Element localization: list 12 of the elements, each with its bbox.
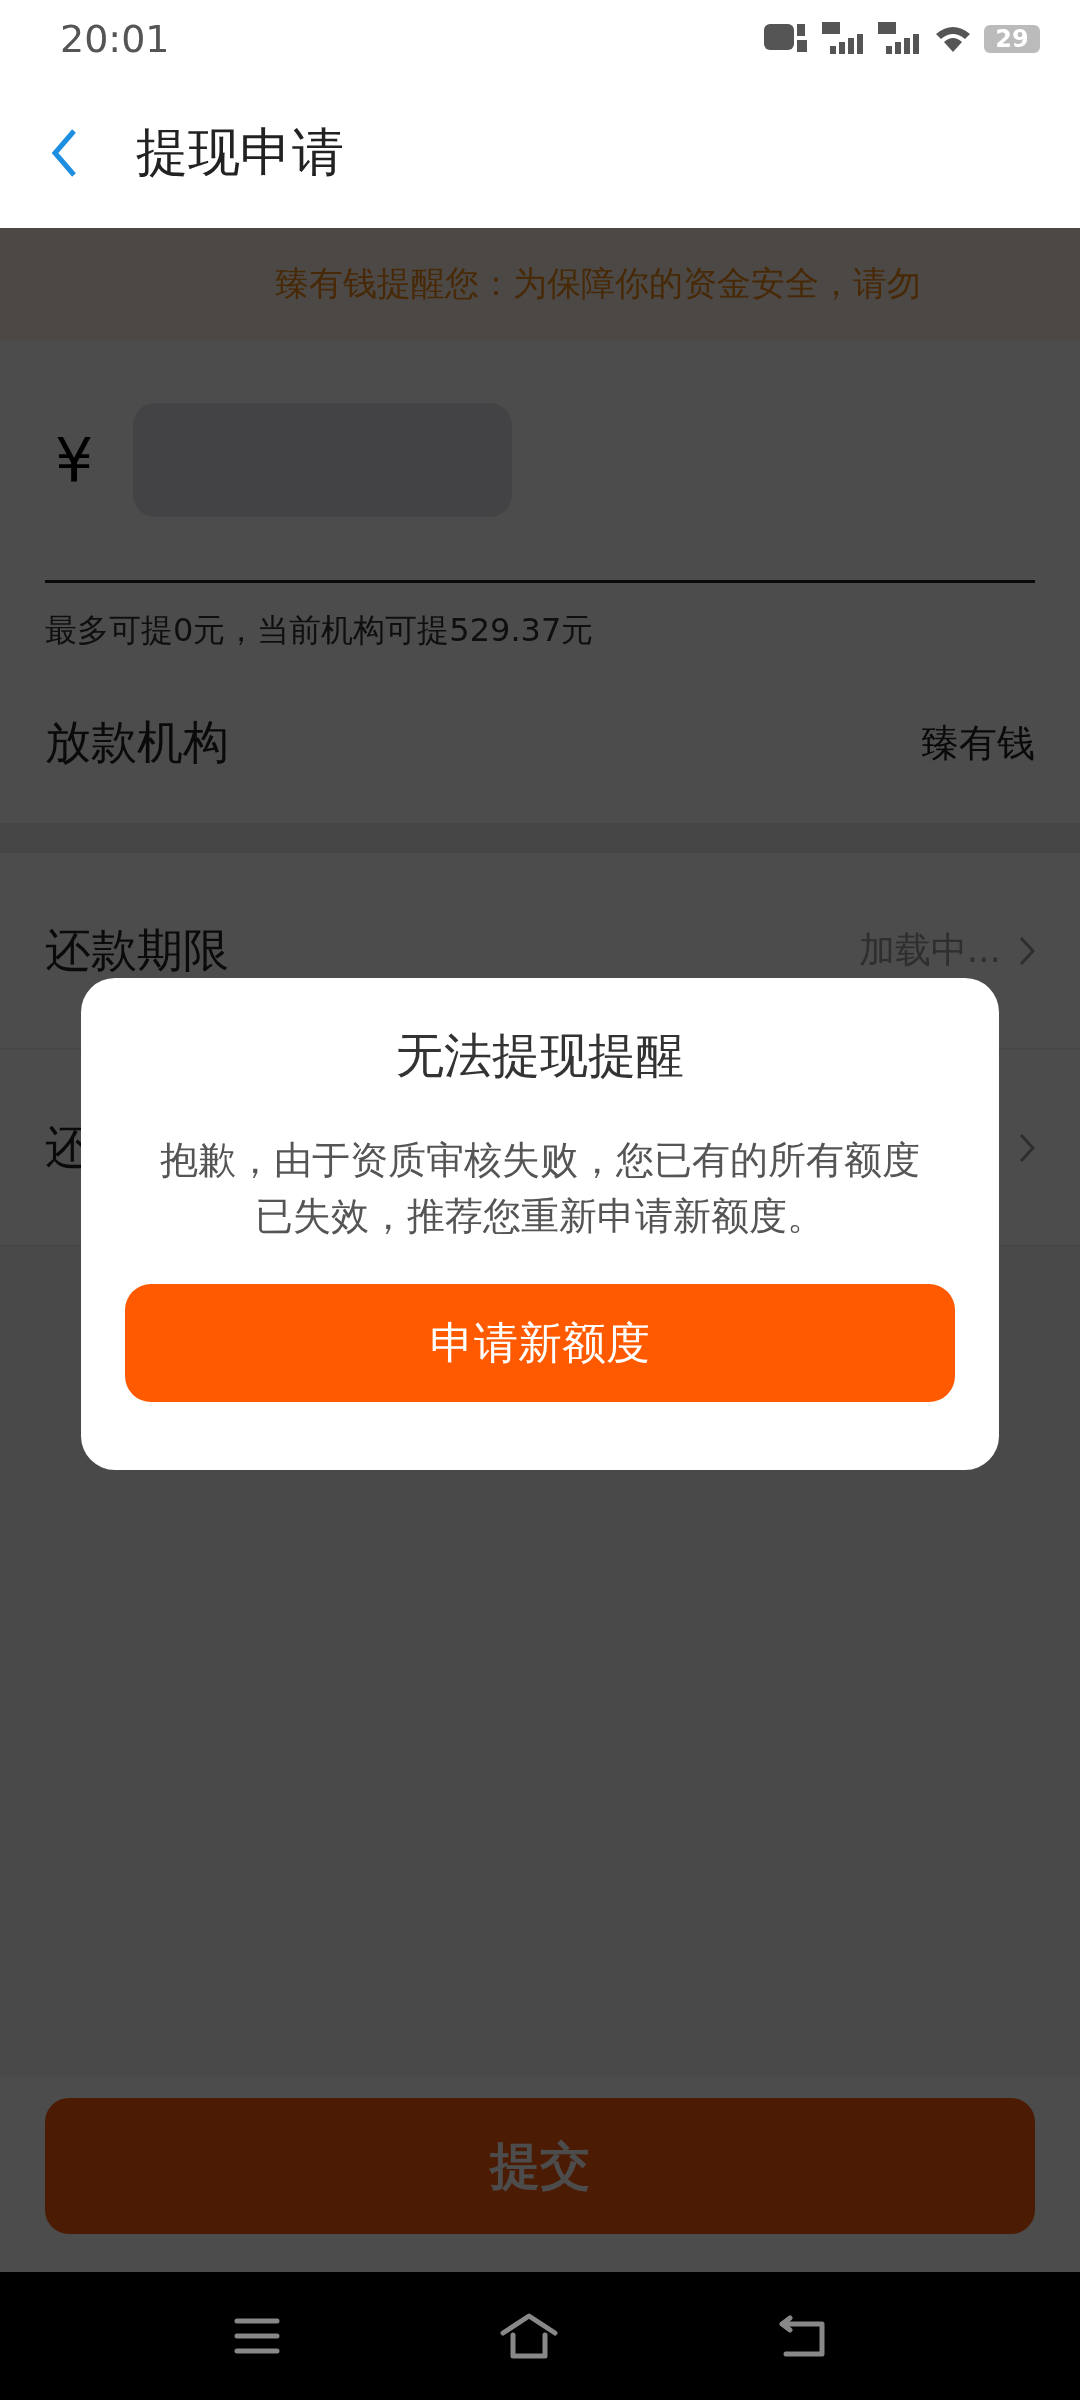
lender-label: 放款机构 [45, 714, 229, 771]
dialog-message: 抱歉，由于资质审核失败，您已有的所有额度已失效，推荐您重新申请新额度。 [159, 1137, 921, 1240]
page-title: 提现申请 [136, 121, 344, 184]
dialog-title: 无法提现提醒 [396, 1026, 684, 1085]
battery-icon: 29 [984, 25, 1040, 53]
row-label: 还款期限 [45, 921, 229, 979]
currency-symbol: ¥ [54, 425, 94, 495]
lender-value: 臻有钱 [921, 719, 1035, 767]
status-time: 20:01 [60, 17, 170, 61]
withdraw-limit-hint: 最多可提0元，当前机构可提529.37元 [45, 610, 595, 651]
apply-button[interactable]: 申请新额度 [125, 1284, 955, 1402]
notice-text: 臻有钱提醒您：为保障你的资金安全，请勿 [275, 262, 921, 305]
